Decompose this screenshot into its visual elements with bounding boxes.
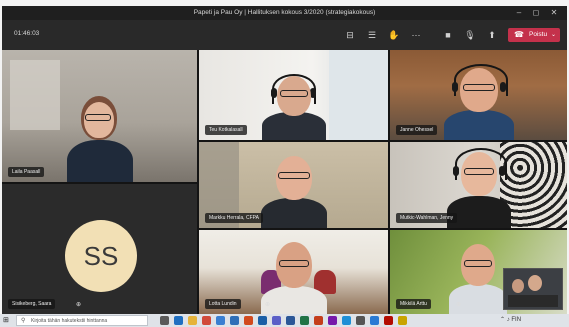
chat-icon[interactable]: ☰ [366, 29, 378, 41]
system-tray[interactable]: ⌃ ♪ FIN [500, 316, 521, 325]
microphone-icon[interactable]: 🎙 [464, 29, 476, 41]
video-tile[interactable]: Laila Paasall [2, 50, 197, 182]
participant-name: Laila Paasall [8, 167, 45, 177]
onenote-icon[interactable] [328, 316, 337, 325]
leave-button[interactable]: ☎ Poistu ⌄ [508, 28, 560, 42]
explorer-icon[interactable] [188, 316, 197, 325]
powerpoint-icon[interactable] [314, 316, 323, 325]
camera-icon[interactable]: ■ [442, 29, 454, 41]
minimize-button[interactable]: – [512, 8, 526, 18]
chevron-down-icon[interactable]: ⌄ [551, 28, 556, 42]
search-icon: ⚲ [21, 318, 26, 324]
windows-start-icon[interactable]: ⊞ [3, 316, 12, 325]
pin-icon[interactable]: ⊕ [456, 301, 464, 309]
maximize-button[interactable]: ◻ [529, 8, 543, 18]
video-grid: Laila Paasall SS Sisikeberg, Saara ⊕ Teu… [2, 50, 567, 314]
office-icon[interactable] [244, 316, 253, 325]
video-tile[interactable]: Teu Kotkalasall [199, 50, 388, 140]
teams-window: Papeti ja Pau Oy | Hallituksen kokous 3/… [2, 6, 567, 314]
windows-taskbar: ⊞ ⚲ Kirjoita tähän hakutekstii hinttanna… [0, 314, 569, 327]
participant-name: Lotta Lundin [205, 299, 241, 309]
meeting-toolbar: 01:46:03 ⊟ ☰ ✋ ⋯ ■ 🎙 ⬆ ☎ Poistu ⌄ [2, 20, 567, 50]
participant-name: Markku Herrala, CFPA [205, 213, 263, 223]
pin-icon[interactable]: ⊕ [265, 301, 273, 309]
outlook-icon[interactable] [258, 316, 267, 325]
participant-name: Teu Kotkalasall [205, 125, 247, 135]
task-view-icon[interactable] [160, 316, 169, 325]
participant-name: Sisikeberg, Saara [8, 299, 56, 309]
participant-video [260, 150, 327, 228]
video-tile[interactable]: Mikkilä Arttu ⊕ [390, 230, 567, 314]
participant-video [261, 70, 326, 140]
word-icon[interactable] [286, 316, 295, 325]
participant-name: Mutkic-Wahlman, Jenny [396, 213, 458, 223]
settings-icon[interactable] [356, 316, 365, 325]
meeting-timer: 01:46:03 [14, 30, 40, 37]
phone-icon: ☎ [514, 30, 524, 39]
title-bar: Papeti ja Pau Oy | Hallituksen kokous 3/… [2, 6, 567, 20]
window-title: Papeti ja Pau Oy | Hallituksen kokous 3/… [193, 9, 376, 16]
participant-name: Mikkilä Arttu [396, 299, 431, 309]
video-tile[interactable]: Markku Herrala, CFPA [199, 142, 388, 228]
store-icon[interactable] [216, 316, 225, 325]
notes-icon[interactable] [398, 316, 407, 325]
video-tile[interactable]: Lotta Lundin ⊕ [199, 230, 388, 314]
share-tray-icon[interactable]: ⊟ [344, 29, 356, 41]
excel-icon[interactable] [300, 316, 309, 325]
video-tile[interactable]: Janne Ohessel [390, 50, 567, 140]
photos-icon[interactable] [342, 316, 351, 325]
chrome-icon[interactable] [202, 316, 211, 325]
participant-name: Janne Ohessel [396, 125, 438, 135]
share-screen-icon[interactable]: ⬆ [486, 29, 498, 41]
close-button[interactable]: ✕ [547, 8, 561, 18]
video-tile[interactable]: SS Sisikeberg, Saara ⊕ [2, 184, 197, 314]
taskbar-search-input[interactable]: ⚲ Kirjoita tähän hakutekstii hinttanna [16, 315, 148, 326]
participant-video [443, 62, 514, 140]
avatar: SS [65, 220, 137, 292]
video-tile[interactable]: Mutkic-Wahlman, Jenny [390, 142, 567, 228]
edge-icon[interactable] [174, 316, 183, 325]
leave-label: Poistu [529, 31, 548, 38]
pin-icon[interactable]: ⊕ [76, 301, 84, 309]
self-preview[interactable] [503, 268, 563, 310]
raise-hand-icon[interactable]: ✋ [388, 29, 400, 41]
acrobat-icon[interactable] [384, 316, 393, 325]
participant-video [65, 90, 135, 182]
teams-icon[interactable] [272, 316, 281, 325]
calendar-icon[interactable] [370, 316, 379, 325]
more-options-icon[interactable]: ⋯ [410, 29, 422, 41]
search-placeholder: Kirjoita tähän hakutekstii hinttanna [31, 318, 108, 324]
mail-icon[interactable] [230, 316, 239, 325]
